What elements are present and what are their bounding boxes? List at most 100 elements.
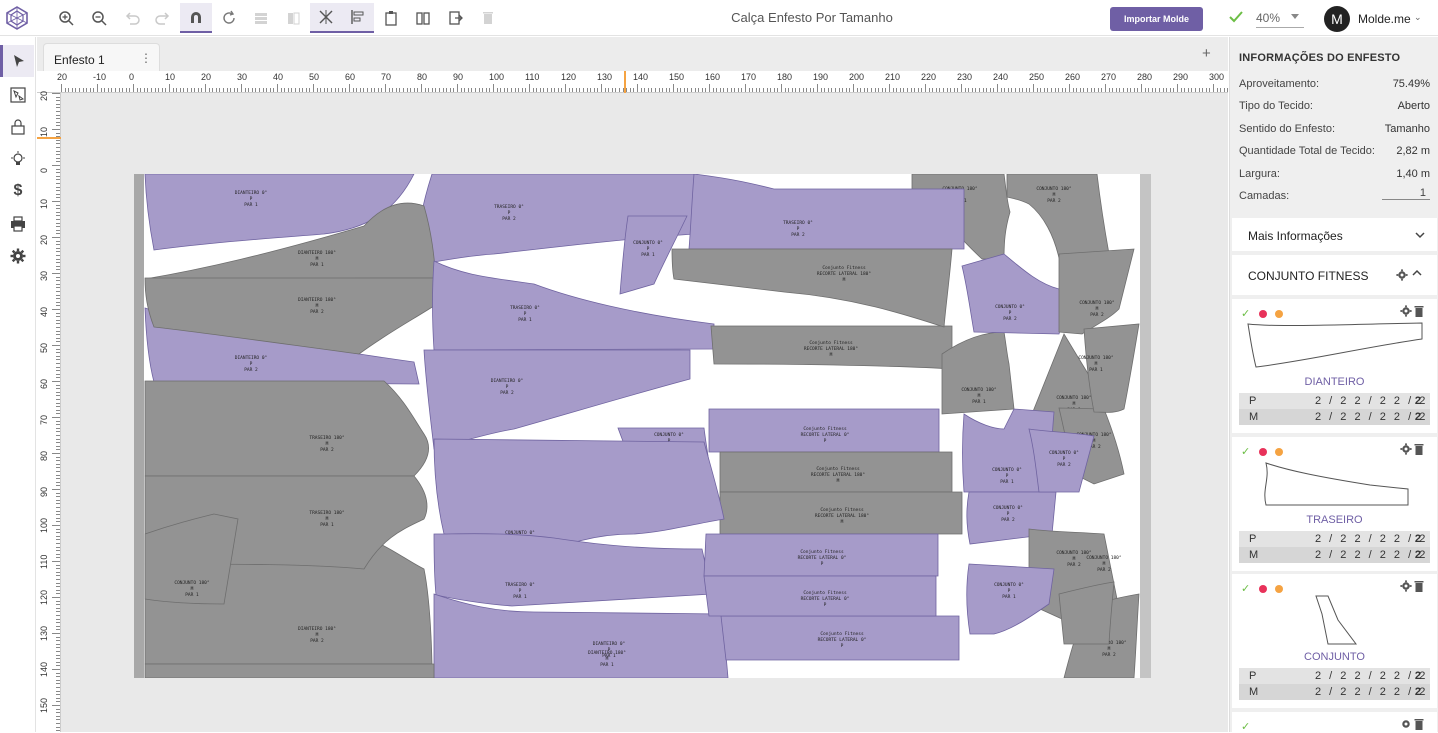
redo-icon[interactable] bbox=[151, 6, 175, 30]
pattern-piece[interactable]: Conjunto FitnessRECORTE LATERAL 0°P bbox=[708, 408, 940, 453]
pattern-piece-shape[interactable] bbox=[1058, 248, 1135, 335]
pattern-piece-shape[interactable] bbox=[719, 491, 963, 535]
trash-icon[interactable] bbox=[1414, 580, 1424, 592]
pattern-piece[interactable]: Conjunto FitnessRECORTE LATERAL 0°P bbox=[703, 575, 937, 617]
fabric-canvas[interactable]: DIANTEIRO 0° P PAR 1 TRASEIRO 0° P PAR 2 DIANT… bbox=[134, 173, 1151, 679]
pattern-piece[interactable]: Conjunto FitnessRECORTE LATERAL 180°M bbox=[719, 491, 963, 535]
pattern-piece-shape[interactable] bbox=[703, 533, 939, 577]
trash-icon[interactable] bbox=[1414, 718, 1424, 730]
size-qty[interactable]: 2 / 2 2 / 2 2 / 2 bbox=[1315, 395, 1425, 407]
mold-card-next[interactable]: ✓ bbox=[1232, 712, 1437, 733]
rotate-icon[interactable] bbox=[217, 6, 241, 30]
import-mold-button[interactable]: Importar Molde bbox=[1110, 7, 1203, 31]
pattern-piece-shape[interactable] bbox=[144, 663, 435, 679]
pattern-piece-shape[interactable] bbox=[1028, 428, 1095, 493]
export-icon[interactable] bbox=[443, 6, 467, 30]
magnet-icon[interactable] bbox=[180, 3, 212, 33]
tab-menu-icon[interactable]: ⋮ bbox=[140, 51, 152, 65]
settings-tool[interactable] bbox=[7, 245, 29, 267]
ruler-tick bbox=[1018, 88, 1020, 92]
gear-icon[interactable] bbox=[1400, 305, 1412, 317]
layers-input[interactable]: 1 bbox=[1382, 187, 1430, 200]
cut-icon[interactable] bbox=[310, 3, 342, 33]
size-qty[interactable]: 2 / 2 2 / 2 2 / 2 bbox=[1315, 549, 1425, 561]
pattern-piece[interactable]: CONJUNTO 0°PPAR 2 bbox=[1028, 428, 1095, 493]
check-icon[interactable] bbox=[1228, 9, 1244, 25]
ruler-tick bbox=[56, 168, 60, 170]
ruler-tick bbox=[320, 88, 322, 92]
check-icon[interactable]: ✓ bbox=[1241, 445, 1250, 458]
pattern-piece-shape[interactable] bbox=[671, 248, 953, 328]
pattern-piece[interactable]: CONJUNTO 180°MPAR 1 bbox=[941, 331, 1015, 415]
bulb-tool[interactable] bbox=[7, 148, 29, 170]
avatar[interactable]: M bbox=[1324, 6, 1350, 32]
ruler-tick bbox=[226, 88, 228, 92]
undo-icon[interactable] bbox=[120, 6, 144, 30]
size-qty[interactable]: 2 / 2 2 / 2 2 / 2 bbox=[1315, 686, 1425, 698]
pattern-piece[interactable]: Conjunto FitnessRECORTE LATERAL 0°P bbox=[720, 615, 960, 661]
gear-icon[interactable] bbox=[1396, 269, 1408, 281]
clipboard-icon[interactable] bbox=[379, 6, 403, 30]
size-qty[interactable]: 2 / 2 2 / 2 2 / 2 bbox=[1315, 411, 1425, 423]
pattern-piece[interactable]: Conjunto FitnessRECORTE LATERAL 0°P bbox=[703, 533, 939, 577]
pattern-piece-shape[interactable] bbox=[703, 575, 937, 617]
pattern-piece-label: PAR 2 bbox=[244, 367, 258, 373]
pattern-piece-shape[interactable] bbox=[961, 253, 1064, 335]
ruler-tick bbox=[56, 327, 60, 328]
pointer-tool[interactable] bbox=[0, 45, 34, 77]
layout-tool[interactable] bbox=[7, 84, 29, 106]
group-header[interactable]: CONJUNTO FITNESS bbox=[1232, 255, 1437, 295]
trash-icon[interactable] bbox=[476, 6, 500, 30]
mold-card-dianteiro[interactable]: ✓ DIANTEIRO P2 / 2 2 / 2 2 / 22 M2 / 2 2… bbox=[1232, 299, 1437, 433]
mold-card-traseiro[interactable]: ✓ TRASEIRO P2 / 2 2 / 2 2 / 22 M2 / 2 2 … bbox=[1232, 437, 1437, 571]
pattern-piece-shape[interactable] bbox=[432, 260, 715, 351]
ruler-tick-label: 210 bbox=[885, 72, 901, 82]
more-info-toggle[interactable]: Mais Informações bbox=[1232, 218, 1437, 251]
align-icon[interactable] bbox=[342, 3, 374, 33]
cost-tool[interactable]: $ bbox=[7, 180, 29, 202]
trash-icon[interactable] bbox=[1414, 443, 1424, 455]
pattern-piece-label: P bbox=[797, 226, 800, 232]
pattern-piece[interactable]: TRASEIRO 0°PPAR 1 bbox=[432, 260, 715, 351]
pattern-piece-label: PAR 2 bbox=[1067, 562, 1081, 568]
check-icon[interactable]: ✓ bbox=[1241, 582, 1250, 595]
size-qty[interactable]: 2 / 2 2 / 2 2 / 2 bbox=[1315, 670, 1425, 682]
pattern-piece-shape[interactable] bbox=[433, 593, 729, 679]
gear-icon[interactable] bbox=[1400, 718, 1412, 730]
user-name[interactable]: Molde.me bbox=[1358, 12, 1411, 26]
tab-enfesto-1[interactable]: Enfesto 1 ⋮ bbox=[43, 43, 160, 71]
layers-icon[interactable] bbox=[249, 6, 273, 30]
pattern-piece-label: P bbox=[1008, 588, 1011, 594]
pattern-piece[interactable]: Conjunto FitnessRECORTE LATERAL 180°M bbox=[710, 325, 953, 370]
chevron-up-icon[interactable] bbox=[1412, 269, 1422, 277]
lock-tool[interactable] bbox=[7, 116, 29, 138]
mirror-icon[interactable] bbox=[281, 6, 305, 30]
pattern-piece[interactable]: Conjunto FitnessRECORTE LATERAL 180°M bbox=[719, 451, 953, 493]
pattern-piece-shape[interactable] bbox=[719, 451, 953, 493]
check-icon[interactable]: ✓ bbox=[1241, 720, 1250, 733]
add-tab-button[interactable]: + bbox=[1202, 45, 1211, 62]
mold-card-conjunto[interactable]: ✓ CONJUNTO P2 / 2 2 / 2 2 / 22 M2 / 2 2 … bbox=[1232, 574, 1437, 708]
ruler-tick bbox=[56, 208, 60, 210]
pattern-piece[interactable]: CONJUNTO 0°PPAR 2 bbox=[961, 253, 1064, 335]
user-menu-chevron-icon[interactable]: ⌄ bbox=[1414, 12, 1422, 23]
gear-icon[interactable] bbox=[1400, 580, 1412, 592]
chevron-down-icon[interactable] bbox=[1291, 14, 1299, 19]
pattern-piece[interactable]: CONJUNTO 0°PPAR 1 bbox=[966, 563, 1055, 635]
flip-icon[interactable] bbox=[411, 6, 435, 30]
zoom-out-icon[interactable] bbox=[87, 6, 111, 30]
pattern-piece[interactable]: CONJUNTO 180°MPAR 2 bbox=[1058, 248, 1135, 335]
print-tool[interactable] bbox=[7, 213, 29, 235]
pattern-piece-shape[interactable] bbox=[433, 533, 713, 607]
size-qty[interactable]: 2 / 2 2 / 2 2 / 2 bbox=[1315, 533, 1425, 545]
trash-icon[interactable] bbox=[1414, 305, 1424, 317]
pattern-piece[interactable]: Conjunto FitnessRECORTE LATERAL 180°M bbox=[671, 248, 953, 328]
pattern-piece-shape[interactable] bbox=[144, 380, 429, 477]
pattern-piece[interactable]: TRASEIRO 180°MPAR 2 bbox=[144, 380, 429, 477]
pattern-piece[interactable]: TRASEIRO 0°PPAR 1 bbox=[433, 533, 713, 607]
gear-icon[interactable] bbox=[1400, 443, 1412, 455]
pattern-piece[interactable]: DIANTEIRO 0°PPAR 1 bbox=[433, 593, 729, 679]
pattern-piece[interactable]: CONJUNTO 180°MPAR 2 bbox=[1006, 173, 1110, 259]
check-icon[interactable]: ✓ bbox=[1241, 307, 1250, 320]
zoom-in-icon[interactable] bbox=[54, 6, 78, 30]
